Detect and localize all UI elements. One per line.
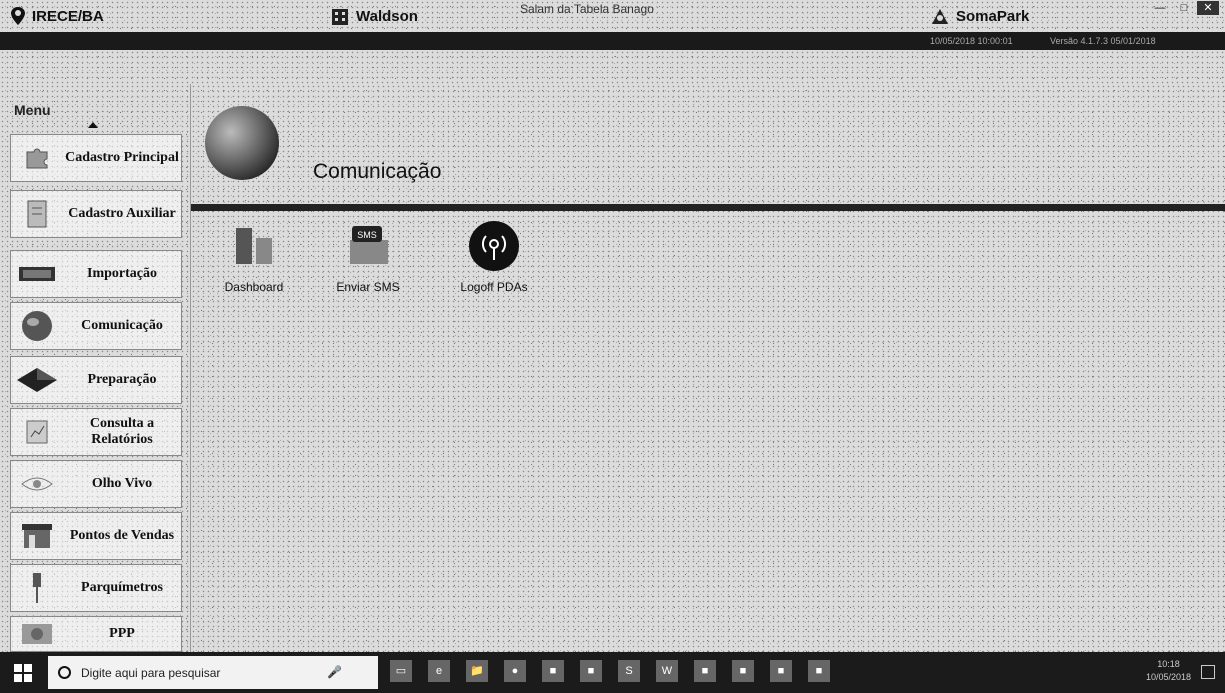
logoff-pdas-button[interactable]: Logoff PDAs	[449, 218, 539, 308]
task-view-icon[interactable]: ▭	[390, 660, 412, 682]
sidebar-item-ppp[interactable]: PPP	[10, 616, 182, 652]
sidebar-item-label: Olho Vivo	[91, 476, 153, 491]
sidebar-item-label: Comunicação	[81, 318, 163, 333]
logoff-pdas-label: Logoff PDAs	[460, 280, 528, 294]
meter-icon	[11, 568, 63, 608]
sidebar-item-label: Preparação	[87, 372, 157, 387]
sidebar-item-parquimetros[interactable]: Parquímetros	[10, 564, 182, 612]
enviar-sms-label: Enviar SMS	[336, 280, 400, 294]
skype-icon[interactable]: S	[618, 660, 640, 682]
store-icon	[11, 516, 63, 556]
app-icon-2[interactable]: ■	[580, 660, 602, 682]
clock-time: 10:18	[1157, 659, 1180, 669]
close-button[interactable]: ✕	[1197, 1, 1219, 15]
sidebar-item-label: Cadastro Principal	[65, 150, 179, 165]
clock-date: 10/05/2018	[1145, 672, 1191, 682]
document-icon	[11, 194, 63, 234]
minimize-button[interactable]: —	[1149, 1, 1171, 15]
enviar-sms-button[interactable]: SMS Enviar SMS	[323, 218, 413, 308]
sidebar-item-label: Pontos de Vendas	[69, 528, 175, 543]
sidebar-item-label: Parquímetros	[81, 580, 163, 595]
app-icon-3[interactable]: ■	[694, 660, 716, 682]
brand-indicator: SomaPark	[930, 6, 1029, 26]
microphone-icon[interactable]: 🎤	[327, 665, 342, 679]
file-explorer-icon[interactable]: 📁	[466, 660, 488, 682]
puzzle-icon	[11, 138, 63, 178]
cortana-icon	[58, 666, 71, 679]
title-bar: Salam da Tabela Banago IRECE/BA Waldson …	[0, 0, 1225, 32]
header-spacer	[0, 50, 1225, 84]
diamond-icon	[11, 360, 63, 400]
brand-name: SomaPark	[956, 7, 1030, 25]
app-icon-1[interactable]: ■	[542, 660, 564, 682]
edge-icon[interactable]: e	[428, 660, 450, 682]
search-placeholder: Digite aqui para pesquisar	[81, 665, 221, 680]
eye-icon	[11, 464, 63, 504]
location-indicator: IRECE/BA	[10, 6, 104, 26]
app-icon-5[interactable]: ■	[770, 660, 792, 682]
sidebar-item-cadastro-auxiliar[interactable]: Cadastro Auxiliar	[10, 190, 182, 238]
taskbar-search[interactable]: Digite aqui para pesquisar 🎤	[48, 656, 378, 689]
taskbar-clock[interactable]: 10:18 10/05/2018	[1146, 658, 1191, 684]
globe-icon	[11, 306, 63, 346]
app-icon-4[interactable]: ■	[732, 660, 754, 682]
dashboard-label: Dashboard	[224, 280, 284, 294]
sidebar-item-cadastro-principal[interactable]: Cadastro Principal	[10, 134, 182, 182]
location-label: IRECE/BA	[32, 7, 104, 25]
dashboard-button[interactable]: Dashboard	[209, 218, 299, 308]
chrome-icon[interactable]: ●	[504, 660, 526, 682]
sidebar-item-consulta-relatorios[interactable]: Consulta a Relatórios	[10, 408, 182, 456]
sidebar: Menu Cadastro Principal Cadastro Auxilia…	[0, 84, 190, 652]
sidebar-item-label: Consulta a Relatórios	[89, 416, 155, 447]
scroll-up-arrow-icon[interactable]	[88, 122, 98, 128]
notification-icon[interactable]	[1201, 665, 1215, 679]
sms-badge-text: SMS	[357, 230, 377, 240]
sidebar-item-olho-vivo[interactable]: Olho Vivo	[10, 460, 182, 508]
app-icon-6[interactable]: ■	[808, 660, 830, 682]
sidebar-item-label: PPP	[109, 626, 135, 641]
report-icon	[11, 412, 63, 452]
sidebar-item-label: Importação	[87, 266, 157, 281]
user-name: Waldson	[356, 7, 418, 25]
window-title: Salam da Tabela Banago	[520, 2, 654, 16]
main-content: Comunicação Dashboard SMS Enviar SMS Log…	[190, 84, 1225, 652]
sms-icon: SMS	[340, 218, 396, 274]
sidebar-item-preparacao[interactable]: Preparação	[10, 356, 182, 404]
import-icon	[11, 254, 63, 294]
sidebar-item-pontos-vendas[interactable]: Pontos de Vendas	[10, 512, 182, 560]
windows-start-icon[interactable]	[14, 664, 32, 682]
taskbar: Digite aqui para pesquisar 🎤 ▭ e 📁 ● ■ ■…	[0, 652, 1225, 693]
title-divider	[191, 204, 1225, 211]
sidebar-item-comunicacao[interactable]: Comunicação	[10, 302, 182, 350]
page-title: Comunicação	[313, 160, 442, 183]
globe-icon	[205, 106, 279, 180]
info-strip: 10/05/2018 10:00:01 Versão 4.1.7.3 05/01…	[0, 32, 1225, 50]
menu-label: Menu	[14, 102, 51, 118]
info-datetime: 10/05/2018 10:00:01	[930, 36, 1013, 46]
maximize-button[interactable]: □	[1173, 1, 1195, 15]
sidebar-item-importacao[interactable]: Importação	[10, 250, 182, 298]
taskbar-apps: ▭ e 📁 ● ■ ■ S W ■ ■ ■ ■	[390, 660, 830, 682]
user-indicator: Waldson	[330, 6, 418, 26]
sidebar-item-label: Cadastro Auxiliar	[68, 206, 176, 221]
signal-icon	[466, 218, 522, 274]
somapark-logo-icon	[932, 9, 948, 24]
info-version: Versão 4.1.7.3 05/01/2018	[1050, 36, 1156, 46]
location-pin-icon	[11, 7, 25, 25]
ppp-icon	[11, 614, 63, 654]
building-icon	[332, 9, 348, 25]
word-icon[interactable]: W	[656, 660, 678, 682]
dashboard-icon	[226, 218, 282, 274]
window-controls: — □ ✕	[1149, 1, 1219, 15]
